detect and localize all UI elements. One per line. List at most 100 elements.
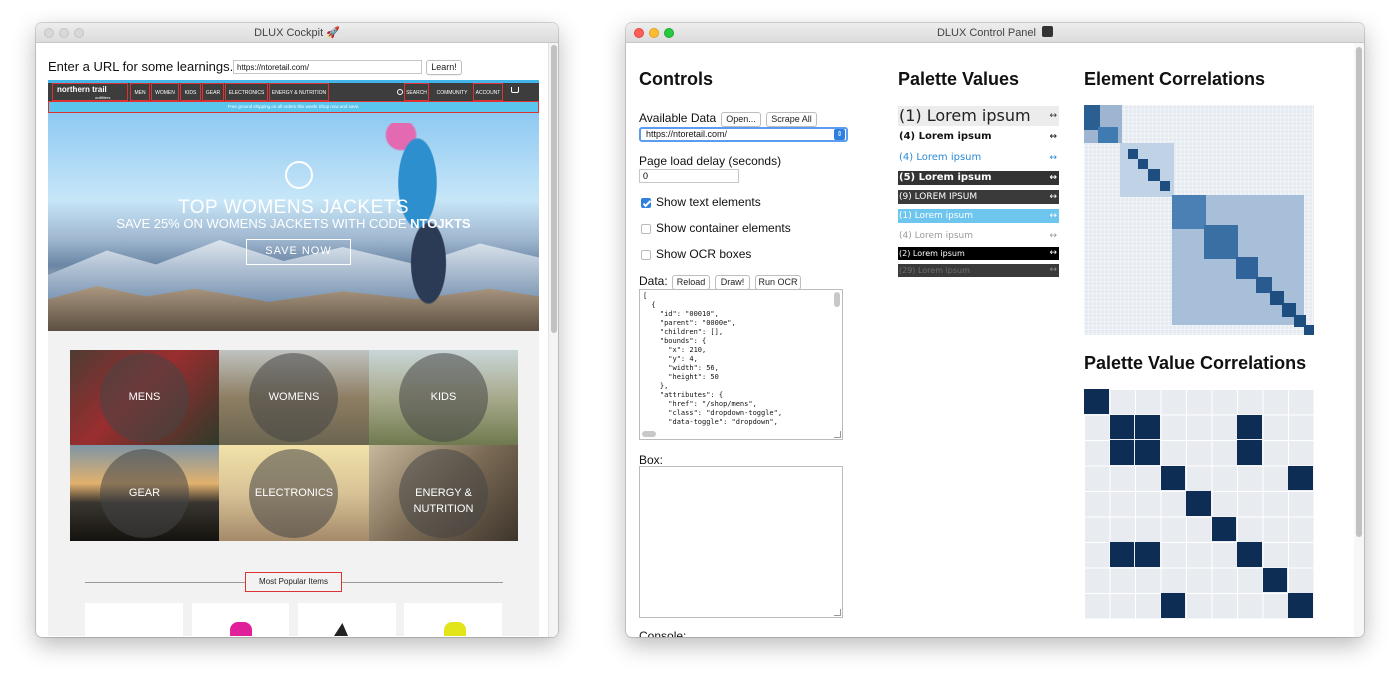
- controls-heading: Controls: [639, 69, 713, 89]
- draw-button[interactable]: Draw!: [715, 275, 750, 290]
- delay-input[interactable]: [639, 169, 739, 183]
- palette-row-2[interactable]: (4) Lorem ipsum ↔: [898, 130, 1059, 144]
- palette-row-3[interactable]: (4) Lorem ipsum ↔: [898, 151, 1059, 165]
- nav-women[interactable]: WOMEN: [151, 83, 179, 101]
- close-window-button[interactable]: [634, 28, 644, 38]
- swap-arrow-icon[interactable]: ↔: [1049, 190, 1057, 204]
- swap-arrow-icon[interactable]: ↔: [1049, 209, 1057, 223]
- nav-men[interactable]: MEN: [130, 83, 150, 101]
- zoom-window-button[interactable]: [664, 28, 674, 38]
- matrix-cell: [1109, 414, 1135, 440]
- swap-arrow-icon[interactable]: ↔: [1049, 264, 1057, 277]
- show-text-label: Show text elements: [656, 195, 761, 209]
- cockpit-titlebar: DLUX Cockpit 🚀: [36, 23, 558, 43]
- nav-electronics[interactable]: ELECTRONICS: [225, 83, 268, 101]
- scrollbar-thumb[interactable]: [551, 45, 557, 333]
- hero-subtitle: SAVE 25% ON WOMENS JACKETS WITH CODE NTO…: [48, 216, 539, 231]
- palette-row-6[interactable]: (1) Lorem ipsum ↔: [898, 209, 1059, 223]
- product-card[interactable]: [404, 603, 502, 636]
- popular-title: Most Popular Items: [245, 572, 342, 592]
- resize-grip-icon[interactable]: [834, 431, 841, 438]
- product-card[interactable]: [85, 603, 183, 636]
- matrix-cell: [1109, 542, 1135, 567]
- open-button[interactable]: Open...: [721, 112, 761, 127]
- nav-energy-nutrition[interactable]: ENERGY & NUTRITION: [269, 83, 329, 101]
- search-icon[interactable]: [397, 89, 403, 95]
- url-input[interactable]: [233, 60, 422, 74]
- box-label: Box:: [639, 453, 664, 467]
- box-textarea[interactable]: [639, 466, 843, 618]
- show-ocr-label: Show OCR boxes: [656, 247, 752, 261]
- swap-arrow-icon[interactable]: ↔: [1049, 171, 1057, 185]
- palette-text: (29) Lorem ipsum: [899, 266, 970, 275]
- palette-text: (4) Lorem ipsum: [899, 152, 982, 163]
- nav-gear[interactable]: GEAR: [202, 83, 224, 101]
- minimize-window-button[interactable]: [59, 28, 69, 38]
- product-image: [334, 623, 348, 636]
- control-panel-icon: [1042, 26, 1054, 37]
- resize-grip-icon[interactable]: [834, 609, 841, 616]
- category-tile-gear[interactable]: GEAR: [70, 445, 219, 541]
- palette-row-4[interactable]: (5) Lorem ipsum ↔: [898, 171, 1059, 185]
- cart-icon[interactable]: [511, 87, 519, 93]
- matrix-cell: [1262, 567, 1288, 593]
- palette-row-9[interactable]: (29) Lorem ipsum ↔: [898, 264, 1059, 277]
- control-panel-titlebar: DLUX Control Panel: [626, 23, 1364, 43]
- save-now-button[interactable]: SAVE NOW: [246, 239, 351, 265]
- data-label: Data:: [639, 274, 668, 288]
- matrix-cell: [1186, 491, 1211, 516]
- category-tile-electronics[interactable]: ELECTRONICS: [219, 445, 369, 541]
- shipping-banner: Free ground shipping on all orders this …: [48, 101, 539, 113]
- nav-community[interactable]: COMMUNITY: [433, 83, 471, 101]
- control-panel-scrollbar[interactable]: [1354, 43, 1364, 637]
- show-container-label: Show container elements: [656, 221, 791, 235]
- matrix-cell: [1160, 593, 1186, 618]
- element-correlation-heatmap: [1084, 105, 1314, 335]
- category-tile-mens[interactable]: MENS: [70, 350, 219, 445]
- nav-search[interactable]: SEARCH: [404, 83, 429, 101]
- matrix-cell: [1135, 414, 1160, 440]
- show-container-checkbox[interactable]: [641, 224, 651, 234]
- scrape-all-button[interactable]: Scrape All: [766, 112, 817, 127]
- data-textarea[interactable]: [ { "id": "00010", "parent": "0000e", "c…: [639, 289, 843, 440]
- brand-emblem-icon: [285, 161, 313, 189]
- run-ocr-button[interactable]: Run OCR: [755, 275, 801, 290]
- save-now-label: SAVE NOW: [265, 245, 332, 257]
- nav-account[interactable]: ACCOUNT: [473, 83, 503, 101]
- minimize-window-button[interactable]: [649, 28, 659, 38]
- matrix-cell: [1288, 593, 1313, 618]
- show-text-checkbox[interactable]: [641, 198, 651, 208]
- zoom-window-button[interactable]: [74, 28, 84, 38]
- close-window-button[interactable]: [44, 28, 54, 38]
- swap-arrow-icon[interactable]: ↔: [1049, 130, 1057, 144]
- learn-button[interactable]: Learn!: [426, 60, 462, 75]
- category-label-gear: GEAR: [128, 487, 161, 499]
- data-hscroll-thumb[interactable]: [642, 431, 656, 437]
- matrix-cell: [1084, 389, 1109, 414]
- swap-arrow-icon[interactable]: ↔: [1049, 151, 1057, 165]
- show-ocr-checkbox[interactable]: [641, 250, 651, 260]
- data-vscroll-thumb[interactable]: [834, 292, 840, 307]
- product-card[interactable]: [298, 603, 396, 636]
- swap-arrow-icon[interactable]: ↔: [1049, 106, 1057, 126]
- category-tile-womens[interactable]: WOMENS: [219, 350, 369, 445]
- palette-row-5[interactable]: (9) LOREM IPSUM ↔: [898, 190, 1059, 204]
- palette-row-8[interactable]: (2) Lorem ipsum ↔: [898, 247, 1059, 260]
- product-card[interactable]: [192, 603, 289, 636]
- swap-arrow-icon[interactable]: ↔: [1049, 247, 1057, 260]
- swap-arrow-icon[interactable]: ↔: [1049, 229, 1057, 243]
- nav-kids[interactable]: KIDS: [180, 83, 201, 101]
- hero-code: NTOJKTS: [410, 216, 471, 231]
- data-select[interactable]: https://ntoretail.com/ ⇕: [639, 127, 848, 142]
- category-tile-energy-nutrition[interactable]: ENERGY & NUTRITION: [369, 445, 518, 541]
- chevron-updown-icon: ⇕: [834, 129, 845, 140]
- palette-row-7[interactable]: (4) Lorem ipsum ↔: [898, 229, 1059, 243]
- cockpit-scrollbar[interactable]: [548, 43, 558, 637]
- reload-button[interactable]: Reload: [672, 275, 710, 290]
- hero-subtitle-text: SAVE 25% ON WOMENS JACKETS WITH CODE: [116, 216, 407, 231]
- scrollbar-thumb[interactable]: [1356, 47, 1362, 537]
- control-panel-title: DLUX Control Panel: [936, 27, 1036, 39]
- category-tile-kids[interactable]: KIDS: [369, 350, 518, 445]
- palette-row-1[interactable]: (1) Lorem ipsum ↔: [898, 106, 1059, 126]
- site-logo[interactable]: northern trail outfitters: [52, 83, 128, 101]
